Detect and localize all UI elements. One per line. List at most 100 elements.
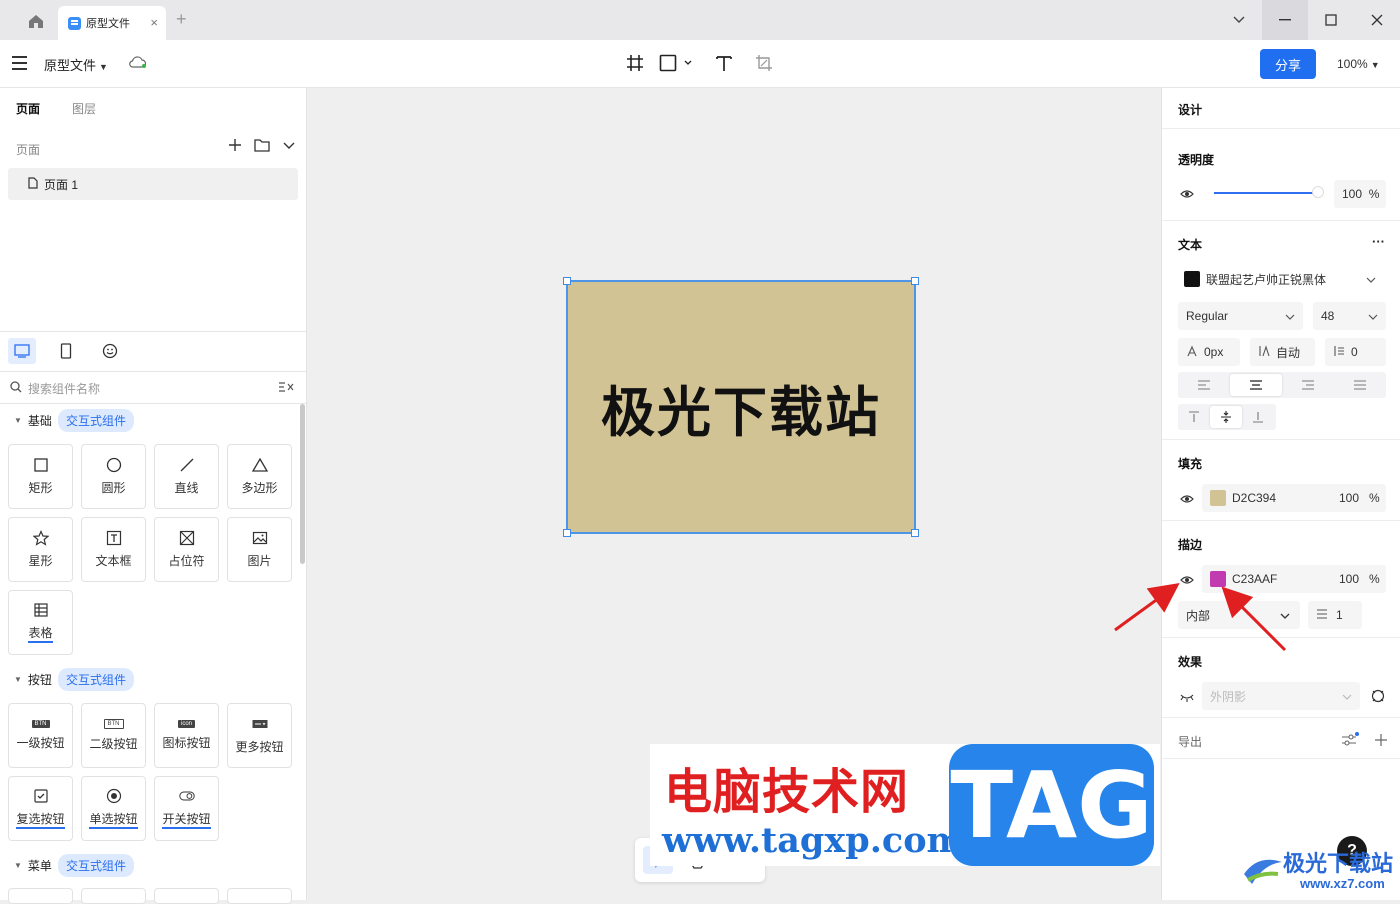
font-weight-select[interactable]: Regular [1178, 302, 1303, 330]
chevron-down-icon: ▼ [99, 62, 108, 72]
artboard-text[interactable]: 极光下载站 [568, 282, 914, 532]
component-line[interactable]: 直线 [154, 444, 219, 509]
section-buttons[interactable]: ▼ 按钮 交互式组件 [14, 668, 134, 691]
stroke-position-select[interactable]: 内部 [1178, 601, 1300, 629]
frame-tool-icon[interactable] [626, 54, 646, 74]
menu-icon[interactable] [12, 56, 27, 70]
line-height-field[interactable]: 自动 [1250, 338, 1315, 366]
page-item-label: 页面 1 [44, 177, 79, 192]
filter-icon[interactable] [278, 381, 294, 396]
component-polygon[interactable]: 多边形 [227, 444, 292, 509]
add-page-icon[interactable] [228, 138, 242, 155]
folder-icon[interactable] [254, 138, 270, 155]
align-left-icon[interactable] [1178, 372, 1230, 398]
file-name-menu[interactable]: 原型文件 ▼ [44, 55, 108, 74]
tab-pages[interactable]: 页面 [16, 100, 40, 117]
eye-icon[interactable] [1180, 574, 1194, 588]
desktop-icon[interactable] [8, 338, 36, 364]
share-button[interactable]: 分享 [1260, 49, 1316, 79]
component-radio-button[interactable]: 单选按钮 [81, 776, 146, 841]
stroke-color-swatch[interactable] [1210, 571, 1226, 587]
component-rectangle[interactable]: 矩形 [8, 444, 73, 509]
stroke-color-field[interactable]: C23AAF 100 % [1202, 565, 1386, 593]
file-icon [68, 16, 81, 30]
text-color-swatch[interactable] [1184, 271, 1200, 287]
minimize-button[interactable] [1262, 0, 1308, 40]
tab-layers[interactable]: 图层 [72, 100, 96, 117]
chevron-down-icon[interactable] [282, 138, 296, 155]
section-basic[interactable]: ▼ 基础 交互式组件 [14, 409, 134, 432]
fill-color-swatch[interactable] [1210, 490, 1226, 506]
chevron-down-icon[interactable] [1216, 0, 1262, 40]
component-switch-button[interactable]: 开关按钮 [154, 776, 219, 841]
component-image[interactable]: 图片 [227, 517, 292, 582]
stroke-width-field[interactable]: 1 [1308, 601, 1362, 629]
btn-icon-icon: icon [177, 720, 195, 728]
align-center-icon[interactable] [1230, 374, 1282, 396]
resize-handle[interactable] [911, 277, 919, 285]
stroke-width-value: 1 [1336, 608, 1343, 622]
shape-tool-icon[interactable] [659, 54, 699, 74]
text-tool-icon[interactable] [715, 54, 735, 74]
resize-handle[interactable] [911, 529, 919, 537]
component-icon-button[interactable]: icon 图标按钮 [154, 703, 219, 768]
home-icon[interactable] [18, 10, 54, 32]
fill-color-field[interactable]: D2C394 100 % [1202, 484, 1386, 512]
emoji-icon[interactable] [96, 338, 124, 364]
stroke-opacity: 100 [1339, 572, 1360, 586]
cloud-sync-icon[interactable] [128, 55, 148, 72]
component-table[interactable]: 表格 [8, 590, 73, 655]
font-size-select[interactable]: 48 [1313, 302, 1386, 330]
scrollbar[interactable] [300, 404, 305, 564]
component-circle[interactable]: 圆形 [81, 444, 146, 509]
eye-icon[interactable] [1180, 188, 1194, 202]
maximize-button[interactable] [1308, 0, 1354, 40]
font-family-select[interactable]: 联盟起艺卢帅正锐黑体 [1176, 265, 1386, 293]
section-menu[interactable]: ▼ 菜单 交互式组件 [14, 854, 134, 877]
component-menu-item[interactable] [81, 888, 146, 904]
mobile-icon[interactable] [52, 338, 80, 364]
component-secondary-button[interactable]: BTN 二级按钮 [81, 703, 146, 768]
component-primary-button[interactable]: BTN 一级按钮 [8, 703, 73, 768]
component-menu-item[interactable] [8, 888, 73, 904]
effect-settings-icon[interactable] [1370, 688, 1386, 707]
selected-text-shape[interactable]: 极光下载站 [563, 277, 919, 537]
paragraph-spacing-field[interactable]: 0 [1325, 338, 1386, 366]
more-icon[interactable]: ··· [1372, 234, 1385, 249]
component-menu-item[interactable] [227, 888, 292, 904]
right-panel: 设计 透明度 100 % 文本 ··· 联盟起艺卢帅正锐黑体 Regular 4… [1161, 88, 1400, 900]
align-right-icon[interactable] [1282, 372, 1334, 398]
resize-handle[interactable] [563, 277, 571, 285]
align-bottom-icon[interactable] [1242, 404, 1274, 430]
zoom-select[interactable]: 100% ▼ [1337, 57, 1380, 71]
close-window-button[interactable] [1354, 0, 1400, 40]
opacity-slider-knob[interactable] [1312, 186, 1324, 198]
resize-handle[interactable] [563, 529, 571, 537]
close-icon[interactable]: × [150, 15, 158, 30]
component-textbox[interactable]: 文本框 [81, 517, 146, 582]
page-item[interactable]: 页面 1 [8, 168, 298, 200]
btn-dark-icon: BTN [31, 720, 50, 728]
opacity-slider[interactable] [1214, 192, 1316, 194]
textbox-icon [106, 530, 121, 546]
opacity-field[interactable]: 100 % [1334, 180, 1386, 208]
align-top-icon[interactable] [1178, 404, 1210, 430]
eye-icon[interactable] [1180, 493, 1194, 507]
align-justify-icon[interactable] [1334, 372, 1386, 398]
export-settings-icon[interactable] [1341, 732, 1359, 751]
component-star[interactable]: 星形 [8, 517, 73, 582]
component-more-button[interactable]: 更多按钮 [227, 703, 292, 768]
component-menu-item[interactable] [154, 888, 219, 904]
search-input[interactable]: 搜索组件名称 [10, 380, 100, 397]
crop-tool-icon[interactable] [755, 54, 775, 74]
shadow-value: 外阴影 [1210, 689, 1247, 704]
tab-prototype-file[interactable]: 原型文件 × [58, 6, 166, 40]
add-export-icon[interactable] [1374, 733, 1388, 750]
letter-spacing-field[interactable]: 0px [1178, 338, 1240, 366]
add-tab-button[interactable]: + [176, 10, 187, 28]
shadow-select[interactable]: 外阴影 [1202, 682, 1360, 710]
component-placeholder[interactable]: 占位符 [154, 517, 219, 582]
component-checkbox-button[interactable]: 复选按钮 [8, 776, 73, 841]
eye-closed-icon[interactable] [1180, 691, 1194, 705]
align-middle-icon[interactable] [1210, 406, 1242, 428]
